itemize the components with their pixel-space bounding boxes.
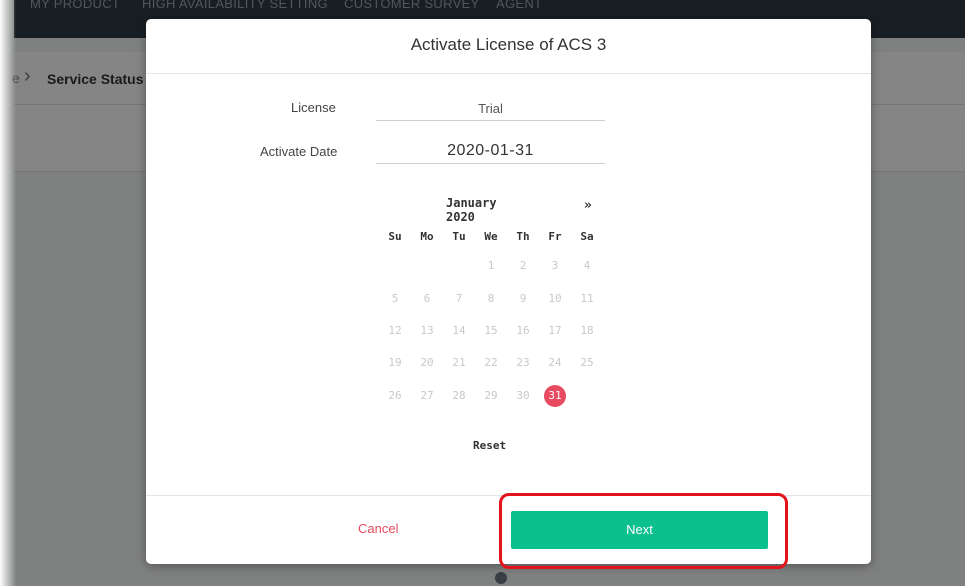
activate-date-input[interactable]: 2020-01-31 <box>376 142 605 160</box>
modal-title: Activate License of ACS 3 <box>410 35 607 54</box>
weekday-header: Tu <box>452 230 466 243</box>
calendar-day[interactable]: 12 <box>381 321 409 341</box>
weekday-header: Fr <box>548 230 562 243</box>
calendar-day[interactable]: 29 <box>477 386 505 406</box>
modal-header: Activate License of ACS 3 <box>146 19 871 74</box>
calendar-next-month-button[interactable]: » <box>584 198 592 213</box>
calendar-day[interactable]: 10 <box>541 289 569 309</box>
calendar-day[interactable]: 17 <box>541 321 569 341</box>
calendar-month-label[interactable]: January 2020 <box>446 196 497 224</box>
activate-license-modal: Activate License of ACS 3 License Trial … <box>146 19 871 564</box>
calendar-day[interactable]: 13 <box>413 321 441 341</box>
calendar-day[interactable]: 25 <box>573 353 601 373</box>
calendar-day-selected[interactable]: 31 <box>544 385 566 407</box>
calendar-day[interactable]: 26 <box>381 386 409 406</box>
calendar-reset-button[interactable]: Reset <box>473 439 506 452</box>
calendar-day[interactable]: 2 <box>509 256 537 276</box>
license-value[interactable]: Trial <box>376 101 605 116</box>
calendar-day[interactable]: 28 <box>445 386 473 406</box>
calendar-day[interactable]: 11 <box>573 289 601 309</box>
calendar-day[interactable]: 18 <box>573 321 601 341</box>
calendar-day[interactable]: 20 <box>413 353 441 373</box>
license-underline <box>376 120 605 121</box>
calendar-day[interactable]: 30 <box>509 386 537 406</box>
calendar-day[interactable]: 5 <box>381 289 409 309</box>
calendar-day[interactable]: 7 <box>445 289 473 309</box>
weekday-header: Mo <box>420 230 434 243</box>
calendar-day[interactable]: 15 <box>477 321 505 341</box>
license-label: License <box>291 100 336 115</box>
calendar-day[interactable]: 14 <box>445 321 473 341</box>
calendar-day[interactable]: 1 <box>477 256 505 276</box>
calendar-day[interactable]: 21 <box>445 353 473 373</box>
calendar-day[interactable]: 24 <box>541 353 569 373</box>
weekday-header: Sa <box>580 230 594 243</box>
calendar-day[interactable]: 4 <box>573 256 601 276</box>
calendar-day[interactable]: 9 <box>509 289 537 309</box>
calendar-day[interactable]: 27 <box>413 386 441 406</box>
weekday-header: We <box>484 230 498 243</box>
cancel-button[interactable]: Cancel <box>358 521 398 536</box>
annotation-highlight <box>499 493 788 569</box>
calendar-day[interactable]: 6 <box>413 289 441 309</box>
edge-shade <box>0 0 16 586</box>
calendar-day[interactable]: 8 <box>477 289 505 309</box>
calendar-day[interactable]: 3 <box>541 256 569 276</box>
activate-date-underline <box>376 163 605 164</box>
activate-date-label: Activate Date <box>260 144 338 159</box>
calendar-day[interactable]: 19 <box>381 353 409 373</box>
calendar-day[interactable]: 16 <box>509 321 537 341</box>
weekday-header: Th <box>516 230 530 243</box>
calendar-day[interactable]: 23 <box>509 353 537 373</box>
calendar-day[interactable]: 22 <box>477 353 505 373</box>
weekday-header: Su <box>388 230 402 243</box>
